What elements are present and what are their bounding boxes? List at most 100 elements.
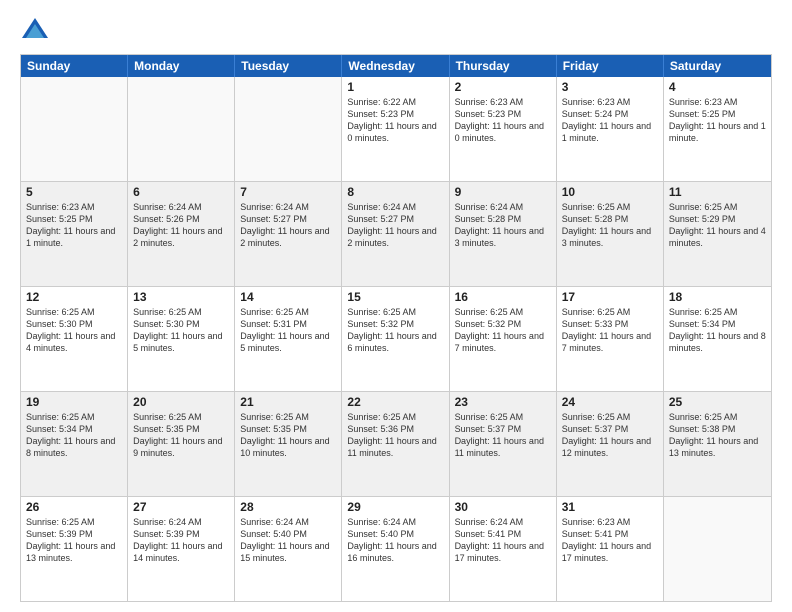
day-number: 16: [455, 290, 551, 304]
day-cell-4: 4Sunrise: 6:23 AM Sunset: 5:25 PM Daylig…: [664, 77, 771, 181]
day-number: 11: [669, 185, 766, 199]
cell-info: Sunrise: 6:23 AM Sunset: 5:23 PM Dayligh…: [455, 96, 551, 145]
header-cell-tuesday: Tuesday: [235, 55, 342, 77]
day-cell-22: 22 Sunrise: 6:25 AM Sunset: 5:36 PM Dayli…: [342, 392, 449, 496]
calendar: SundayMondayTuesdayWednesdayThursdayFrid…: [20, 54, 772, 602]
cell-info: Sunrise: 6:24 AM Sunset: 5:40 PM Dayligh…: [240, 516, 336, 565]
day-number: 18: [669, 290, 766, 304]
day-cell-8: 8 Sunrise: 6:24 AM Sunset: 5:27 PM Daylig…: [342, 182, 449, 286]
empty-cell: [128, 77, 235, 181]
day-number: 6: [133, 185, 229, 199]
day-cell-9: 9Sunrise: 6:24 AM Sunset: 5:28 PM Daylig…: [450, 182, 557, 286]
cell-info: Sunrise: 6:25 AM Sunset: 5:30 PM Dayligh…: [26, 306, 122, 355]
cell-info: Sunrise: 6:25 AM Sunset: 5:38 PM Dayligh…: [669, 411, 766, 460]
cell-info: Sunrise: 6:25 AM Sunset: 5:32 PM Dayligh…: [455, 306, 551, 355]
cell-info: Sunrise: 6:24 AM Sunset: 5:41 PM Dayligh…: [455, 516, 551, 565]
calendar-row: 19 Sunrise: 6:25 AM Sunset: 5:34 PM Dayli…: [21, 391, 771, 496]
header-cell-monday: Monday: [128, 55, 235, 77]
cell-info: Sunrise: 6:24 AM Sunset: 5:27 PM Dayligh…: [240, 201, 336, 250]
day-cell-12: 12 Sunrise: 6:25 AM Sunset: 5:30 PM Dayli…: [21, 287, 128, 391]
header-cell-sunday: Sunday: [21, 55, 128, 77]
header-cell-wednesday: Wednesday: [342, 55, 449, 77]
day-cell-6: 6 Sunrise: 6:24 AM Sunset: 5:26 PM Daylig…: [128, 182, 235, 286]
day-cell-29: 29Sunrise: 6:24 AM Sunset: 5:40 PM Dayli…: [342, 497, 449, 601]
day-cell-3: 3 Sunrise: 6:23 AM Sunset: 5:24 PM Daylig…: [557, 77, 664, 181]
header-cell-thursday: Thursday: [450, 55, 557, 77]
calendar-body: 1Sunrise: 6:22 AM Sunset: 5:23 PM Daylig…: [21, 77, 771, 601]
day-cell-21: 21 Sunrise: 6:25 AM Sunset: 5:35 PM Dayli…: [235, 392, 342, 496]
day-number: 3: [562, 80, 658, 94]
day-number: 15: [347, 290, 443, 304]
day-number: 7: [240, 185, 336, 199]
day-cell-30: 30 Sunrise: 6:24 AM Sunset: 5:41 PM Dayli…: [450, 497, 557, 601]
cell-info: Sunrise: 6:25 AM Sunset: 5:37 PM Dayligh…: [562, 411, 658, 460]
day-number: 23: [455, 395, 551, 409]
cell-info: Sunrise: 6:25 AM Sunset: 5:39 PM Dayligh…: [26, 516, 122, 565]
day-cell-11: 11 Sunrise: 6:25 AM Sunset: 5:29 PM Dayli…: [664, 182, 771, 286]
cell-info: Sunrise: 6:25 AM Sunset: 5:28 PM Dayligh…: [562, 201, 658, 250]
cell-info: Sunrise: 6:25 AM Sunset: 5:31 PM Dayligh…: [240, 306, 336, 355]
day-cell-17: 17 Sunrise: 6:25 AM Sunset: 5:33 PM Dayli…: [557, 287, 664, 391]
cell-info: Sunrise: 6:25 AM Sunset: 5:32 PM Dayligh…: [347, 306, 443, 355]
day-number: 2: [455, 80, 551, 94]
cell-info: Sunrise: 6:24 AM Sunset: 5:27 PM Dayligh…: [347, 201, 443, 250]
day-number: 30: [455, 500, 551, 514]
cell-info: Sunrise: 6:23 AM Sunset: 5:24 PM Dayligh…: [562, 96, 658, 145]
cell-info: Sunrise: 6:23 AM Sunset: 5:41 PM Dayligh…: [562, 516, 658, 565]
day-cell-23: 23Sunrise: 6:25 AM Sunset: 5:37 PM Dayli…: [450, 392, 557, 496]
day-cell-28: 28 Sunrise: 6:24 AM Sunset: 5:40 PM Dayli…: [235, 497, 342, 601]
day-number: 19: [26, 395, 122, 409]
cell-info: Sunrise: 6:23 AM Sunset: 5:25 PM Dayligh…: [26, 201, 122, 250]
calendar-row: 26 Sunrise: 6:25 AM Sunset: 5:39 PM Dayli…: [21, 496, 771, 601]
empty-cell: [21, 77, 128, 181]
day-cell-31: 31 Sunrise: 6:23 AM Sunset: 5:41 PM Dayli…: [557, 497, 664, 601]
cell-info: Sunrise: 6:25 AM Sunset: 5:36 PM Dayligh…: [347, 411, 443, 460]
day-number: 8: [347, 185, 443, 199]
day-number: 29: [347, 500, 443, 514]
empty-cell: [664, 497, 771, 601]
day-number: 12: [26, 290, 122, 304]
cell-info: Sunrise: 6:25 AM Sunset: 5:34 PM Dayligh…: [669, 306, 766, 355]
cell-info: Sunrise: 6:25 AM Sunset: 5:33 PM Dayligh…: [562, 306, 658, 355]
page: SundayMondayTuesdayWednesdayThursdayFrid…: [0, 0, 792, 612]
logo: [20, 16, 54, 46]
cell-info: Sunrise: 6:25 AM Sunset: 5:29 PM Dayligh…: [669, 201, 766, 250]
calendar-header: SundayMondayTuesdayWednesdayThursdayFrid…: [21, 55, 771, 77]
day-cell-20: 20 Sunrise: 6:25 AM Sunset: 5:35 PM Dayli…: [128, 392, 235, 496]
day-cell-1: 1Sunrise: 6:22 AM Sunset: 5:23 PM Daylig…: [342, 77, 449, 181]
empty-cell: [235, 77, 342, 181]
day-cell-19: 19 Sunrise: 6:25 AM Sunset: 5:34 PM Dayli…: [21, 392, 128, 496]
day-number: 5: [26, 185, 122, 199]
header: [20, 16, 772, 46]
day-number: 20: [133, 395, 229, 409]
day-number: 4: [669, 80, 766, 94]
day-number: 22: [347, 395, 443, 409]
calendar-row: 1Sunrise: 6:22 AM Sunset: 5:23 PM Daylig…: [21, 77, 771, 181]
header-cell-saturday: Saturday: [664, 55, 771, 77]
day-number: 9: [455, 185, 551, 199]
cell-info: Sunrise: 6:25 AM Sunset: 5:35 PM Dayligh…: [240, 411, 336, 460]
day-cell-26: 26 Sunrise: 6:25 AM Sunset: 5:39 PM Dayli…: [21, 497, 128, 601]
day-cell-7: 7 Sunrise: 6:24 AM Sunset: 5:27 PM Daylig…: [235, 182, 342, 286]
day-number: 21: [240, 395, 336, 409]
day-number: 1: [347, 80, 443, 94]
day-number: 17: [562, 290, 658, 304]
day-cell-13: 13 Sunrise: 6:25 AM Sunset: 5:30 PM Dayli…: [128, 287, 235, 391]
day-number: 31: [562, 500, 658, 514]
day-number: 24: [562, 395, 658, 409]
day-cell-16: 16 Sunrise: 6:25 AM Sunset: 5:32 PM Dayli…: [450, 287, 557, 391]
cell-info: Sunrise: 6:24 AM Sunset: 5:39 PM Dayligh…: [133, 516, 229, 565]
cell-info: Sunrise: 6:24 AM Sunset: 5:26 PM Dayligh…: [133, 201, 229, 250]
logo-icon: [20, 16, 50, 46]
cell-info: Sunrise: 6:25 AM Sunset: 5:34 PM Dayligh…: [26, 411, 122, 460]
day-number: 13: [133, 290, 229, 304]
day-number: 26: [26, 500, 122, 514]
header-cell-friday: Friday: [557, 55, 664, 77]
day-number: 28: [240, 500, 336, 514]
day-cell-15: 15 Sunrise: 6:25 AM Sunset: 5:32 PM Dayli…: [342, 287, 449, 391]
calendar-row: 5 Sunrise: 6:23 AM Sunset: 5:25 PM Daylig…: [21, 181, 771, 286]
cell-info: Sunrise: 6:25 AM Sunset: 5:30 PM Dayligh…: [133, 306, 229, 355]
day-number: 10: [562, 185, 658, 199]
day-cell-2: 2 Sunrise: 6:23 AM Sunset: 5:23 PM Daylig…: [450, 77, 557, 181]
cell-info: Sunrise: 6:25 AM Sunset: 5:35 PM Dayligh…: [133, 411, 229, 460]
